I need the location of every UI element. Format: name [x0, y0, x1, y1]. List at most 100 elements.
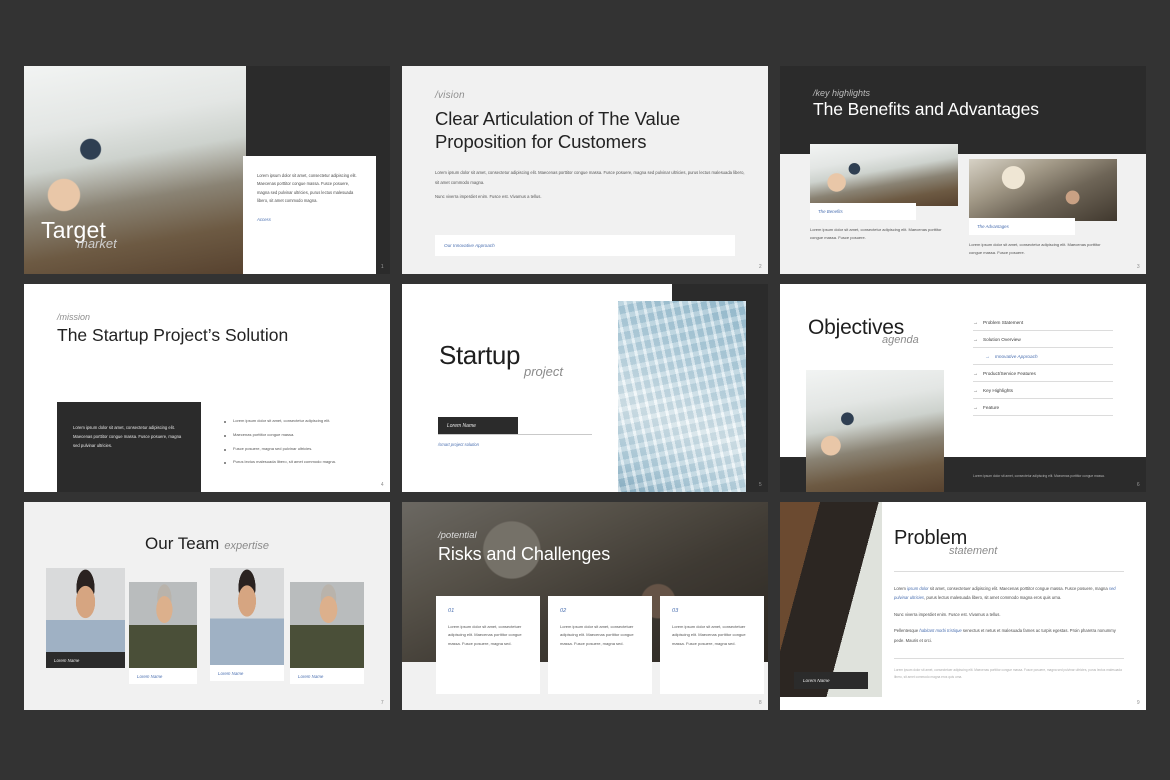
- text-run: Pellentesque: [894, 628, 920, 634]
- list-item: Maecenas porttitor congue massa.: [224, 431, 360, 439]
- agenda-item-key-highlights[interactable]: → Key Highlights: [973, 382, 1113, 399]
- list-item: Purus lectus malesuada libero, sit amet …: [224, 458, 360, 466]
- member-portrait: [290, 582, 364, 668]
- page-number: 1: [380, 264, 384, 270]
- member-name-bar: Lorem Name: [46, 652, 125, 668]
- info-card: Lorem ipsum dolor sit amet, consectetur …: [243, 156, 376, 274]
- agenda-item-product-service-features[interactable]: → Product/Service Features: [973, 365, 1113, 382]
- risk-card-number: 03: [672, 608, 679, 614]
- project-solution-link[interactable]: /smart project solution: [438, 442, 479, 447]
- team-member-card[interactable]: Lorem Name: [129, 582, 197, 684]
- body-paragraph-1: Lorem ipsum dolor sit amet, consectetur …: [435, 170, 745, 185]
- slide-title-main: Our Team: [145, 534, 220, 553]
- slide-key-highlights[interactable]: /key highlights The Benefits and Advanta…: [780, 66, 1146, 274]
- advantages-body: Lorem ipsum dolor sit amet, consectetur …: [969, 242, 1101, 256]
- section-eyebrow: /potential: [438, 530, 477, 541]
- benefits-caption-label: The Benefits: [818, 209, 843, 214]
- highlight-column-advantages: The Advantages Lorem ipsum dolor sit ame…: [969, 159, 1117, 258]
- slide-subtitle: statement: [949, 545, 998, 557]
- agenda-item-label: Product/Service Features: [983, 370, 1036, 376]
- emphasis-run: habitant morbi tristique: [919, 628, 962, 634]
- member-portrait: [129, 582, 197, 668]
- body-copy: Lorem ipsum dolor sit amet, consectetuer…: [894, 584, 1124, 645]
- team-member-card[interactable]: Lorem Name: [210, 568, 284, 681]
- risk-card-number: 01: [448, 608, 455, 614]
- arrow-right-icon: →: [973, 370, 978, 376]
- risk-card-body: Lorem ipsum dolor sit amet, consectetuer…: [560, 624, 634, 646]
- arrow-right-icon: →: [973, 336, 978, 342]
- slide-subtitle: market: [77, 236, 117, 251]
- page-number: 4: [380, 482, 384, 488]
- footer-note: Lorem ipsum dolor sit amet, consectetuer…: [894, 668, 1122, 679]
- advantages-caption[interactable]: The Advantages: [969, 218, 1075, 235]
- advantages-caption-label: The Advantages: [977, 224, 1009, 229]
- list-item: Fusce posuere, magna sed pulvinar ultric…: [224, 445, 360, 453]
- innovative-approach-link[interactable]: Our Innovative Approach: [444, 243, 495, 248]
- body-paragraph-3: Pellentesque habitant morbi tristique se…: [894, 626, 1124, 645]
- page-number: 9: [1136, 700, 1140, 706]
- slide-title: Clear Articulation of The Value Proposit…: [435, 108, 681, 153]
- presenter-name: Lorem Name: [447, 422, 476, 429]
- glass-building-photo: [618, 301, 746, 492]
- emphasis-run: ipsum dolor: [907, 586, 929, 591]
- section-eyebrow: /mission: [57, 312, 91, 322]
- team-member-card[interactable]: Lorem Name: [46, 568, 125, 668]
- agenda-list: → Problem Statement → Solution Overview …: [973, 314, 1113, 416]
- card-body-text: Lorem ipsum dolor sit amet, consectetur …: [257, 173, 357, 204]
- highlight-column-benefits: The Benefits Lorem ipsum dolor sit amet,…: [810, 144, 958, 243]
- page-number: 6: [1136, 482, 1140, 488]
- member-name-bar: Lorem Name: [129, 668, 197, 684]
- arrow-right-icon: →: [985, 353, 990, 359]
- arrow-right-icon: →: [973, 404, 978, 410]
- risk-card[interactable]: 02 Lorem ipsum dolor sit amet, consectet…: [548, 596, 652, 694]
- vision-content: /vision Clear Articulation of The Value …: [435, 90, 746, 201]
- member-name: Lorem Name: [218, 670, 244, 676]
- slide-problem-statement[interactable]: Lorem Name Problem statement Lorem ipsum…: [780, 502, 1146, 710]
- slide-our-team[interactable]: Our Team expertise Lorem Name Lorem Name …: [24, 502, 390, 710]
- slide-title: Risks and Challenges: [438, 544, 611, 564]
- slide-title: The Startup Project’s Solution: [57, 325, 289, 345]
- member-name: Lorem Name: [54, 657, 80, 663]
- access-link[interactable]: Access: [257, 217, 362, 222]
- slide-title: Startup: [439, 340, 521, 370]
- risk-card-body: Lorem ipsum dolor sit amet, consectetuer…: [672, 624, 746, 646]
- slide-subtitle: expertise: [224, 540, 269, 552]
- agenda-item-problem-statement[interactable]: → Problem Statement: [973, 314, 1113, 331]
- slide-target-market[interactable]: Target market Lorem ipsum dolor sit amet…: [24, 66, 390, 274]
- benefits-photo: The Benefits: [810, 144, 958, 220]
- advantages-photo: The Advantages: [969, 159, 1117, 235]
- agenda-item-label: Feature: [983, 404, 1000, 410]
- team-member-card[interactable]: Lorem Name: [290, 582, 364, 684]
- risk-card[interactable]: 01 Lorem ipsum dolor sit amet, consectet…: [436, 596, 540, 694]
- callout-body: Lorem ipsum dolor sit amet, consectetur …: [73, 425, 182, 449]
- divider: [894, 658, 1124, 660]
- link-bar[interactable]: Our Innovative Approach: [435, 235, 735, 256]
- agenda-item-feature[interactable]: → Feature: [973, 399, 1113, 416]
- problem-content: Problem statement Lorem ipsum dolor sit …: [894, 528, 1124, 681]
- presenter-name-bar: Lorem Name: [438, 417, 518, 434]
- body-paragraph-1: Lorem ipsum dolor sit amet, consectetuer…: [894, 584, 1124, 603]
- page-number: 2: [758, 264, 762, 270]
- slide-vision[interactable]: /vision Clear Articulation of The Value …: [402, 66, 768, 274]
- agenda-item-solution-overview[interactable]: → Solution Overview: [973, 331, 1113, 348]
- risk-card[interactable]: 03 Lorem ipsum dolor sit amet, consectet…: [660, 596, 764, 694]
- page-number: 7: [380, 700, 384, 706]
- slide-title: The Benefits and Advantages: [813, 99, 1039, 119]
- slide-risks-and-challenges[interactable]: /potential Risks and Challenges 01 Lorem…: [402, 502, 768, 710]
- agenda-item-innovative-approach[interactable]: → Innovative Approach: [973, 348, 1113, 365]
- benefits-caption[interactable]: The Benefits: [810, 203, 916, 220]
- caption-name: Lorem Name: [803, 678, 830, 683]
- slide-startup-project[interactable]: Startup project Lorem Name /smart projec…: [402, 284, 768, 492]
- member-name-bar: Lorem Name: [290, 668, 364, 684]
- footer-note: Lorem ipsum dolor sit amet, consectetur …: [973, 474, 1105, 479]
- divider: [894, 571, 1124, 572]
- member-name-bar: Lorem Name: [210, 665, 284, 681]
- page-number: 5: [758, 482, 762, 488]
- slide-objectives[interactable]: Objectives agenda → Problem Statement → …: [780, 284, 1146, 492]
- benefits-body: Lorem ipsum dolor sit amet, consectetur …: [810, 227, 942, 241]
- slide-mission[interactable]: /mission The Startup Project’s Solution …: [24, 284, 390, 492]
- risk-card-number: 02: [560, 608, 567, 614]
- desk-photo: [780, 502, 882, 697]
- list-item: Lorem ipsum dolor sit amet, consectetur …: [224, 417, 360, 425]
- risk-card-body: Lorem ipsum dolor sit amet, consectetuer…: [448, 624, 522, 646]
